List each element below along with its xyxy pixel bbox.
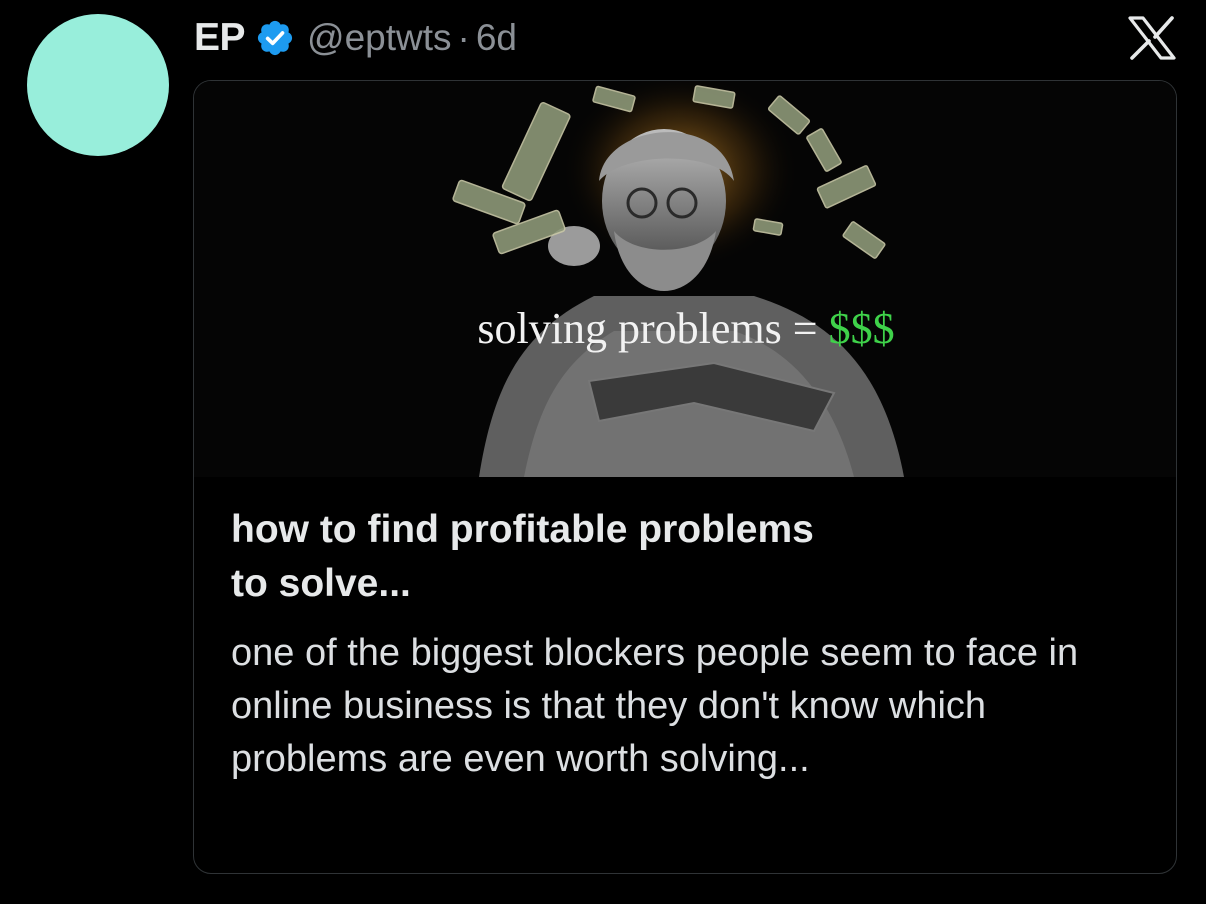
card-title[interactable]: how to find profitable problems to solve…	[231, 503, 991, 611]
avatar[interactable]	[27, 14, 169, 156]
verified-badge-shape	[257, 20, 293, 56]
card-image[interactable]: solving problems = $$$	[194, 81, 1176, 477]
card-description: one of the biggest blockers people seem …	[231, 632, 1079, 780]
caption-text: solving problems =	[477, 304, 829, 353]
display-name[interactable]: EP	[194, 16, 246, 60]
card-image-caption: solving problems = $$$	[194, 303, 1176, 354]
card-title-line: to solve...	[231, 562, 411, 605]
tweet-header: EP @eptwts · 6d	[194, 14, 517, 62]
card-title-line: how to find profitable problems	[231, 508, 814, 551]
article-card[interactable]: solving problems = $$$ how to find profi…	[193, 80, 1177, 874]
timestamp[interactable]: 6d	[476, 17, 517, 59]
handle[interactable]: @eptwts	[307, 17, 452, 59]
separator-dot: ·	[457, 17, 470, 58]
caption-money: $$$	[828, 304, 895, 353]
x-logo-icon[interactable]	[1128, 16, 1176, 60]
verified-badge-icon	[255, 18, 295, 58]
